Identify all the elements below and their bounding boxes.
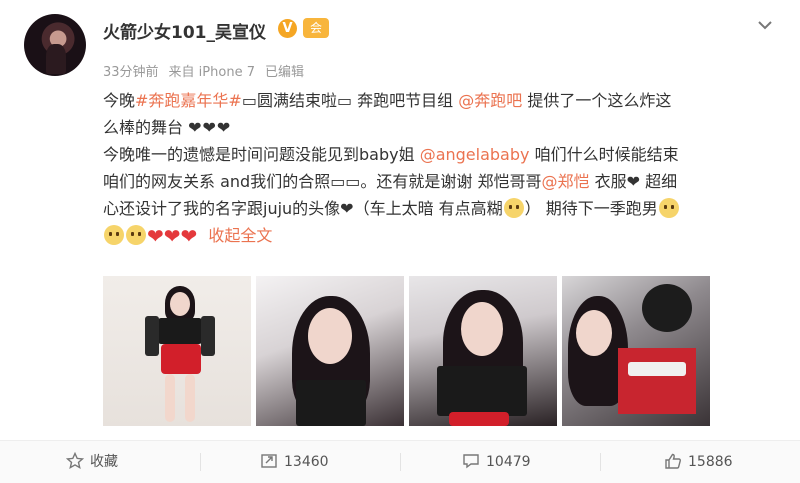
star-icon	[65, 451, 85, 470]
mention-link[interactable]: @angelababy	[420, 145, 530, 164]
comment-icon	[463, 454, 479, 469]
text: 么棒的舞台	[103, 118, 184, 137]
divider	[400, 453, 401, 471]
text: ） 期待下一季跑男	[524, 199, 658, 218]
emoji-icon	[104, 225, 124, 245]
text: 心还设计了我的名字跟juju的头像❤（车上太暗 有点高糊	[103, 199, 503, 218]
heart-icon: ❤	[180, 224, 198, 248]
edited-label: 已编辑	[264, 65, 304, 80]
photo-thumbnail[interactable]	[256, 276, 404, 426]
text: 衣服❤ 超细	[594, 172, 678, 191]
repost-icon	[261, 454, 277, 468]
thumbs-up-icon	[665, 453, 681, 469]
vip-badge-icon: 会	[303, 18, 329, 38]
heart-icon: ❤	[147, 224, 164, 248]
comment-button[interactable]: 10479	[462, 441, 531, 483]
collapse-link[interactable]: 收起全文	[208, 226, 272, 245]
like-count: 15886	[688, 454, 733, 470]
post-source: 来自 iPhone 7	[168, 65, 255, 80]
text: 今晚	[103, 91, 136, 110]
action-toolbar: 收藏 13460 10479 15886	[0, 440, 800, 483]
favorite-label: 收藏	[90, 454, 118, 470]
photo-thumbnail[interactable]	[562, 276, 710, 426]
text: 咱们什么时候能结束	[534, 145, 679, 164]
username[interactable]: 火箭少女101_吴宣仪	[103, 18, 266, 43]
heart-icon: ❤	[163, 224, 181, 248]
divider	[600, 453, 601, 471]
text: 今晚唯一的遗憾是时间问题没能见到baby姐	[103, 145, 415, 164]
post-text: 今晚#奔跑嘉年华#▭圆满结束啦▭ 奔跑吧节目组 @奔跑吧 提供了一个这么炸这 么…	[103, 87, 763, 249]
mention-link[interactable]: @奔跑吧	[458, 91, 522, 110]
like-button[interactable]: 15886	[664, 441, 733, 483]
photo-thumbnail[interactable]	[103, 276, 251, 426]
divider	[200, 453, 201, 471]
favorite-button[interactable]: 收藏	[65, 441, 118, 483]
verified-badge-icon: V	[278, 19, 297, 38]
post-time[interactable]: 33分钟前	[103, 65, 159, 80]
text: ▭圆满结束啦▭ 奔跑吧节目组	[241, 91, 454, 110]
chevron-down-icon[interactable]	[756, 16, 774, 34]
topic-link[interactable]: #奔跑嘉年华#	[135, 91, 242, 110]
mention-link[interactable]: @郑恺	[542, 172, 590, 191]
text: 提供了一个这么炸这	[527, 91, 672, 110]
post-meta: 33分钟前 来自 iPhone 7 已编辑	[103, 61, 314, 80]
comment-count: 10479	[486, 454, 531, 470]
repost-count: 13460	[284, 454, 329, 470]
avatar[interactable]	[24, 14, 86, 76]
emoji-icon	[503, 198, 524, 218]
photo-thumbnail[interactable]	[409, 276, 557, 426]
text: 咱们的网友关系 and我们的合照▭▭。还有就是谢谢 郑恺哥哥	[103, 172, 542, 191]
emoji-icon	[126, 225, 146, 245]
black-hearts: ❤❤❤	[188, 118, 232, 137]
emoji-icon	[658, 198, 679, 218]
repost-button[interactable]: 13460	[260, 441, 329, 483]
